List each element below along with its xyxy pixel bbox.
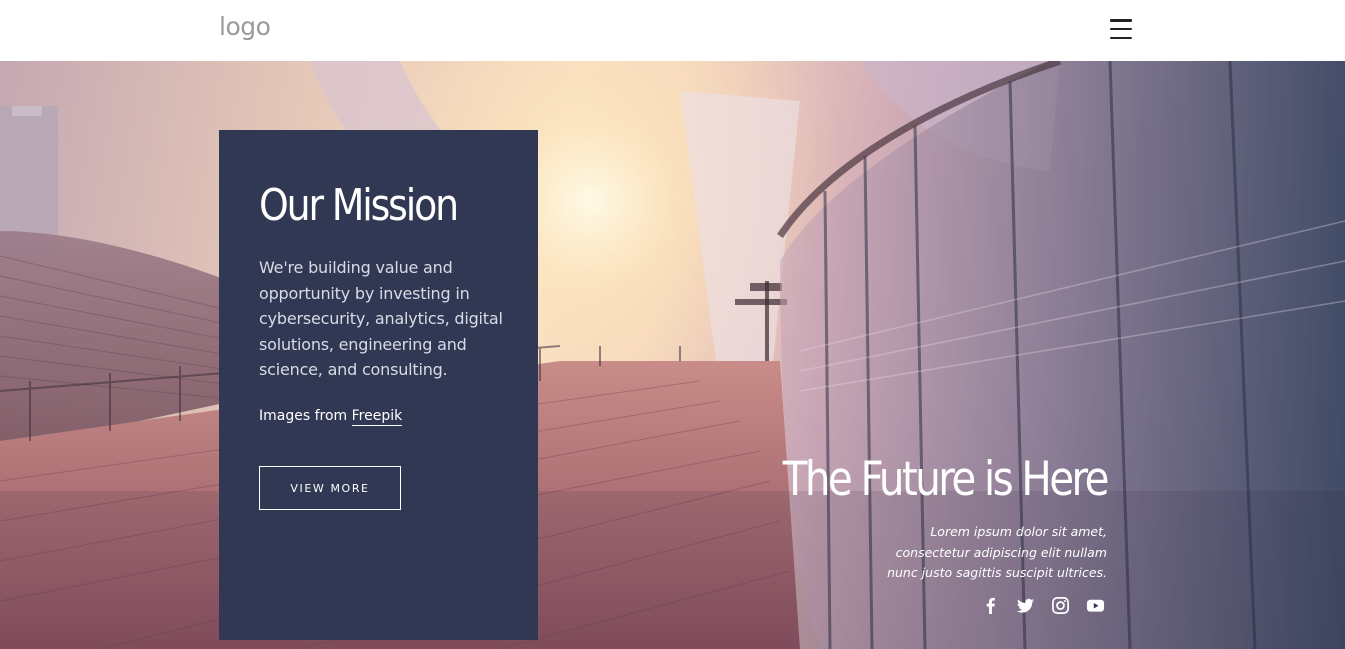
future-heading: The Future is Here (782, 452, 1110, 507)
hero-background-image (0, 61, 1345, 649)
instagram-icon[interactable] (1051, 596, 1070, 615)
mission-title: Our Mission (259, 180, 459, 231)
twitter-icon[interactable] (1016, 596, 1035, 615)
logo[interactable]: logo (219, 12, 271, 42)
hamburger-menu-icon[interactable] (1110, 19, 1132, 39)
future-description: Lorem ipsum dolor sit amet, consectetur … (887, 524, 1107, 580)
image-credit: Images from Freepik (259, 408, 403, 426)
menu-line (1110, 19, 1132, 22)
menu-line (1110, 36, 1132, 39)
facebook-icon[interactable] (981, 596, 1000, 615)
top-navigation-bar: logo (0, 0, 1345, 61)
freepik-link[interactable]: Freepik (351, 408, 403, 426)
menu-line (1110, 27, 1132, 31)
mission-description: We're building value and opportunity by … (259, 258, 503, 380)
hero-banner (0, 61, 1345, 649)
image-credit-prefix: Images from (259, 408, 352, 424)
mission-card: Our Mission We're building value and opp… (219, 130, 538, 640)
social-links (981, 596, 1105, 615)
view-more-button[interactable]: VIEW MORE (259, 466, 401, 510)
youtube-icon[interactable] (1086, 596, 1105, 615)
